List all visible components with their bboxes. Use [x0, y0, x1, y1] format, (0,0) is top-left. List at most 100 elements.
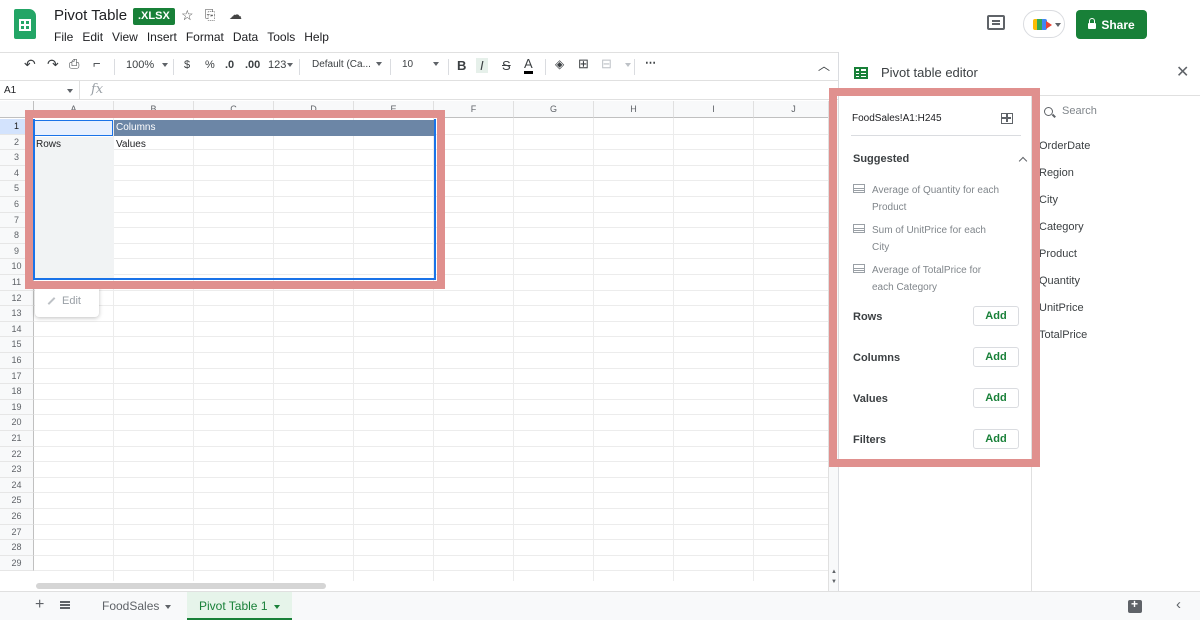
row-gridline [34, 336, 828, 338]
close-icon[interactable]: ✕ [1176, 62, 1189, 82]
column-header[interactable]: G [514, 101, 594, 118]
strikethrough-button[interactable]: S [502, 58, 511, 73]
move-to-folder-icon[interactable]: ⎘ [205, 7, 215, 23]
horizontal-scrollbar[interactable] [34, 582, 828, 590]
column-header[interactable]: H [594, 101, 674, 118]
column-header[interactable]: I [674, 101, 754, 118]
row-gridline [34, 461, 828, 463]
borders-icon[interactable]: ⊞ [578, 56, 589, 72]
explore-icon[interactable] [1128, 597, 1142, 613]
menu-data[interactable]: Data [233, 30, 258, 44]
row-header[interactable]: 23 [0, 462, 34, 478]
meet-button[interactable] [1023, 10, 1065, 38]
menu-format[interactable]: Format [186, 30, 224, 44]
row-header[interactable]: 13 [0, 306, 34, 322]
edit-pivot-button[interactable]: Edit [35, 285, 99, 317]
field-quantity[interactable]: Quantity [1039, 275, 1080, 287]
pivot-table-icon [854, 67, 868, 79]
merge-cells-icon[interactable]: ⊟ [601, 56, 612, 72]
row-header[interactable]: 26 [0, 509, 34, 525]
fill-color-icon[interactable]: ◈ [555, 57, 564, 71]
column-header[interactable]: F [434, 101, 514, 118]
row-header[interactable]: 14 [0, 321, 34, 338]
comment-icon[interactable] [987, 15, 1005, 30]
column-header[interactable]: J [754, 101, 828, 118]
menu-file[interactable]: File [54, 30, 73, 44]
field-unitprice[interactable]: UnitPrice [1039, 302, 1084, 314]
toolbar-divider [448, 59, 449, 75]
row-header[interactable]: 22 [0, 446, 34, 463]
scroll-down-icon[interactable]: ▼ [831, 579, 837, 585]
search-icon [1044, 107, 1053, 116]
more-icon[interactable]: ⋯ [645, 56, 656, 69]
chevron-left-icon[interactable]: ‹ [1176, 596, 1181, 613]
collapse-toolbar-icon[interactable]: ︿ [818, 57, 830, 74]
menu-tools[interactable]: Tools [267, 30, 295, 44]
row-gridline [34, 367, 828, 369]
field-totalprice[interactable]: TotalPrice [1039, 329, 1087, 341]
row-gridline [34, 383, 828, 385]
paint-format-icon[interactable]: ⌐ [93, 56, 101, 71]
row-header[interactable]: 15 [0, 337, 34, 353]
row-header[interactable]: 25 [0, 493, 34, 509]
star-icon[interactable]: ☆ [181, 7, 194, 24]
row-header[interactable]: 24 [0, 477, 34, 494]
row-header[interactable]: 12 [0, 290, 34, 307]
scroll-up-icon[interactable]: ▲ [831, 569, 837, 575]
menu-help[interactable]: Help [304, 30, 329, 44]
toolbar-divider [390, 59, 391, 75]
document-title[interactable]: Pivot Table [54, 7, 127, 24]
name-box[interactable]: A1 [0, 81, 80, 100]
cloud-status-icon[interactable]: ☁ [229, 7, 242, 23]
toolbar-divider [634, 59, 635, 75]
field-product[interactable]: Product [1039, 248, 1077, 260]
font-family-select[interactable]: Default (Ca... [312, 59, 382, 70]
all-sheets-icon[interactable] [60, 601, 70, 609]
field-region[interactable]: Region [1039, 167, 1074, 179]
sheets-logo-icon[interactable] [14, 9, 36, 39]
row-header[interactable]: 16 [0, 353, 34, 369]
menu-insert[interactable]: Insert [147, 30, 177, 44]
row-header[interactable]: 20 [0, 415, 34, 431]
redo-icon[interactable]: ↷ [47, 56, 59, 73]
field-category[interactable]: Category [1039, 221, 1084, 233]
fx-icon: fx [91, 82, 104, 97]
column-gridline [753, 118, 754, 581]
field-orderdate[interactable]: OrderDate [1039, 140, 1090, 152]
text-color-button[interactable]: A [524, 57, 533, 74]
print-icon[interactable]: ⎙ [69, 56, 79, 72]
merge-cells-dropdown-icon[interactable] [621, 59, 631, 71]
share-button[interactable]: Share [1076, 10, 1147, 39]
row-header[interactable]: 18 [0, 384, 34, 400]
currency-format-button[interactable]: $ [184, 59, 190, 71]
font-size-select[interactable]: 10 [402, 59, 440, 70]
scrollbar-thumb[interactable] [36, 583, 326, 589]
undo-icon[interactable]: ↶ [24, 56, 36, 73]
menu-edit[interactable]: Edit [82, 30, 103, 44]
row-header[interactable]: 21 [0, 431, 34, 447]
row-header[interactable]: 19 [0, 399, 34, 416]
tab-pivot-table-1[interactable]: Pivot Table 1 [187, 592, 292, 620]
row-header[interactable]: 28 [0, 540, 34, 556]
zoom-select[interactable]: 100% [126, 59, 169, 71]
field-search-input[interactable]: Search [1062, 105, 1097, 117]
bold-button[interactable]: B [457, 58, 466, 73]
row-gridline [34, 492, 828, 494]
pivot-table-highlight [25, 110, 445, 289]
menu-view[interactable]: View [112, 30, 138, 44]
pivot-editor-highlight [829, 88, 1040, 467]
italic-button[interactable]: I [476, 58, 488, 73]
row-header[interactable]: 29 [0, 555, 34, 572]
row-header[interactable]: 27 [0, 524, 34, 541]
title-bar: Pivot Table .XLSX ☆ ⎘ ☁ File Edit View I… [0, 0, 1200, 50]
tab-foodsales[interactable]: FoodSales [90, 592, 183, 620]
number-format-select[interactable]: 123 [268, 59, 294, 71]
field-city[interactable]: City [1039, 194, 1058, 206]
increase-decimal-button[interactable]: .00 [245, 59, 260, 71]
add-sheet-icon[interactable]: + [35, 596, 44, 614]
percent-format-button[interactable]: % [205, 59, 215, 71]
pivot-editor-title: Pivot table editor [881, 65, 978, 80]
row-gridline [34, 352, 828, 353]
row-header[interactable]: 17 [0, 368, 34, 385]
decrease-decimal-button[interactable]: .0 [225, 59, 234, 71]
